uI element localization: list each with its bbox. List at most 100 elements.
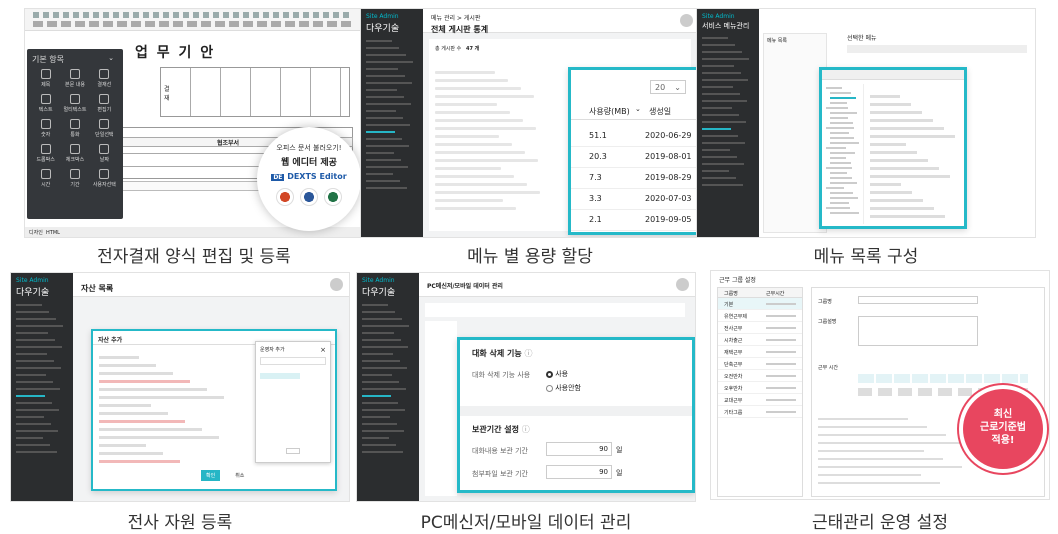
tab-html[interactable]: HTML [46, 230, 60, 236]
table-row[interactable]: 20.3 2019-08-01 [571, 147, 696, 168]
table-row[interactable]: 51.1 2020-06-29 [571, 126, 696, 147]
tree-item[interactable] [826, 187, 844, 189]
avatar[interactable] [330, 278, 343, 291]
avatar[interactable] [676, 278, 689, 291]
tree-item[interactable] [830, 177, 852, 179]
tree-item[interactable] [830, 157, 846, 159]
field-item[interactable]: 편집기 [91, 94, 118, 113]
cell-date: 2019-08-29 [645, 173, 692, 182]
field-item[interactable]: 사용자선택 [91, 169, 118, 188]
sidebar-line [702, 44, 735, 46]
help-icon[interactable]: ⓘ [525, 349, 533, 358]
list-item[interactable]: 오전반차 [718, 370, 802, 382]
sidebar-line [702, 135, 738, 137]
tree-item[interactable] [830, 172, 847, 174]
group-list: 그룹명 근무시간 기본 유연근무제 전사근무 시차출근 재택근무 단축근무 오전반차 오후반차 교… [717, 287, 803, 497]
tree-item[interactable] [826, 167, 852, 169]
tree-item[interactable] [830, 97, 856, 99]
radio-use[interactable] [546, 370, 553, 378]
list-item[interactable]: 유연근무제 [718, 310, 802, 322]
sidebar-line [366, 103, 411, 105]
tab-design[interactable]: 디자인 [29, 230, 43, 236]
column-size[interactable]: 사용량(MB) [589, 106, 630, 117]
radio-nouse-label: 사용안함 [555, 384, 581, 392]
chevron-down-icon[interactable]: ⌄ [108, 54, 114, 62]
labor-law-stamp: 최신 근로기준법 적용! [963, 389, 1043, 469]
help-icon[interactable]: ⓘ [522, 425, 530, 434]
cell-size: 3.3 [589, 194, 602, 203]
file-keep-input[interactable]: 90 [546, 465, 612, 479]
list-item[interactable]: 전사근무 [718, 322, 802, 334]
list-item[interactable]: 기타그룹 [718, 406, 802, 418]
radio-nouse[interactable] [546, 384, 553, 392]
tree-item[interactable] [830, 137, 854, 139]
list-item[interactable]: 시차출근 [718, 334, 802, 346]
column-date[interactable]: 생성일 [649, 106, 671, 117]
brand-label: Site Admin [16, 277, 49, 284]
approval-label: 결재 [164, 84, 172, 102]
tree-item[interactable] [830, 92, 851, 94]
field-item[interactable]: 체크박스 [61, 144, 88, 163]
table-row[interactable]: 2.1 2019-09-05 [571, 210, 696, 231]
field-item[interactable]: 드롭박스 [32, 144, 59, 163]
tree-item[interactable] [826, 127, 854, 129]
usage-screenshot: Site Admin 다우기술 메뉴 관리 > 게시판 전체 게시판 통계 총 게… [360, 8, 700, 238]
field-item[interactable]: 기간 [61, 169, 88, 188]
sidebar-line [362, 360, 400, 362]
tree-item[interactable] [830, 142, 859, 144]
sidebar-line [366, 110, 396, 112]
tree-item[interactable] [826, 207, 850, 209]
tree-item[interactable] [830, 112, 857, 114]
list-item[interactable]: 단축근무 [718, 358, 802, 370]
sidebar-line [16, 416, 44, 418]
sort-down-icon[interactable]: ⌄ [635, 105, 641, 113]
field-item[interactable]: 숫자 [32, 119, 59, 138]
tree-item[interactable] [826, 147, 846, 149]
table-row[interactable]: 3.3 2020-07-03 [571, 189, 696, 210]
table-row[interactable]: 7.3 2019-08-29 [571, 168, 696, 189]
tree-item[interactable] [830, 192, 853, 194]
page-size-select[interactable]: 20 ⌄ [650, 80, 686, 94]
tree-item[interactable] [830, 152, 855, 154]
tree-item[interactable] [830, 202, 849, 204]
field-icon [99, 144, 110, 154]
tree-item[interactable] [830, 122, 853, 124]
tree-item[interactable] [830, 212, 859, 214]
field-item[interactable]: 텍스트 [32, 94, 59, 113]
avatar[interactable] [680, 14, 693, 27]
tree-item[interactable] [830, 182, 857, 184]
cancel-button[interactable]: 취소 [230, 470, 249, 481]
field-item[interactable]: 시간 [32, 169, 59, 188]
list-item[interactable]: 재택근무 [718, 346, 802, 358]
tree-item[interactable] [830, 117, 848, 119]
tree-item[interactable] [826, 107, 848, 109]
sidebar-line [702, 72, 741, 74]
list-item[interactable]: 교대근무 [718, 394, 802, 406]
field-item[interactable]: 멀티텍스트 [61, 94, 88, 113]
confirm-button[interactable]: 확인 [201, 470, 221, 481]
rule-line [818, 418, 908, 420]
field-item[interactable]: 제목 [32, 69, 59, 88]
field-item[interactable]: 본문 내용 [61, 69, 88, 88]
field-item[interactable]: 결재선 [91, 69, 118, 88]
tree-item[interactable] [830, 197, 858, 199]
list-item[interactable]: 기본 [718, 298, 802, 310]
sidebar-line [16, 451, 57, 453]
placeholder-line [435, 87, 521, 90]
list-item[interactable]: 오후반차 [718, 382, 802, 394]
chat-keep-input[interactable]: 90 [546, 442, 612, 456]
tree-item[interactable] [830, 102, 847, 104]
field-item[interactable]: 통화 [61, 119, 88, 138]
field-label: 결재선 [97, 82, 112, 88]
tree-item[interactable] [826, 87, 842, 89]
table-row[interactable]: 0.92019-10-15 [571, 231, 696, 232]
tree-item[interactable] [830, 162, 851, 164]
word-icon [300, 188, 318, 206]
brand-label: Site Admin [366, 13, 399, 20]
field-label: 텍스트 [38, 107, 53, 113]
field-item[interactable]: 단일선택 [91, 119, 118, 138]
field-item[interactable]: 날짜 [91, 144, 118, 163]
tree-item[interactable] [830, 132, 849, 134]
form-line [870, 135, 955, 138]
close-icon[interactable]: × [320, 346, 326, 354]
